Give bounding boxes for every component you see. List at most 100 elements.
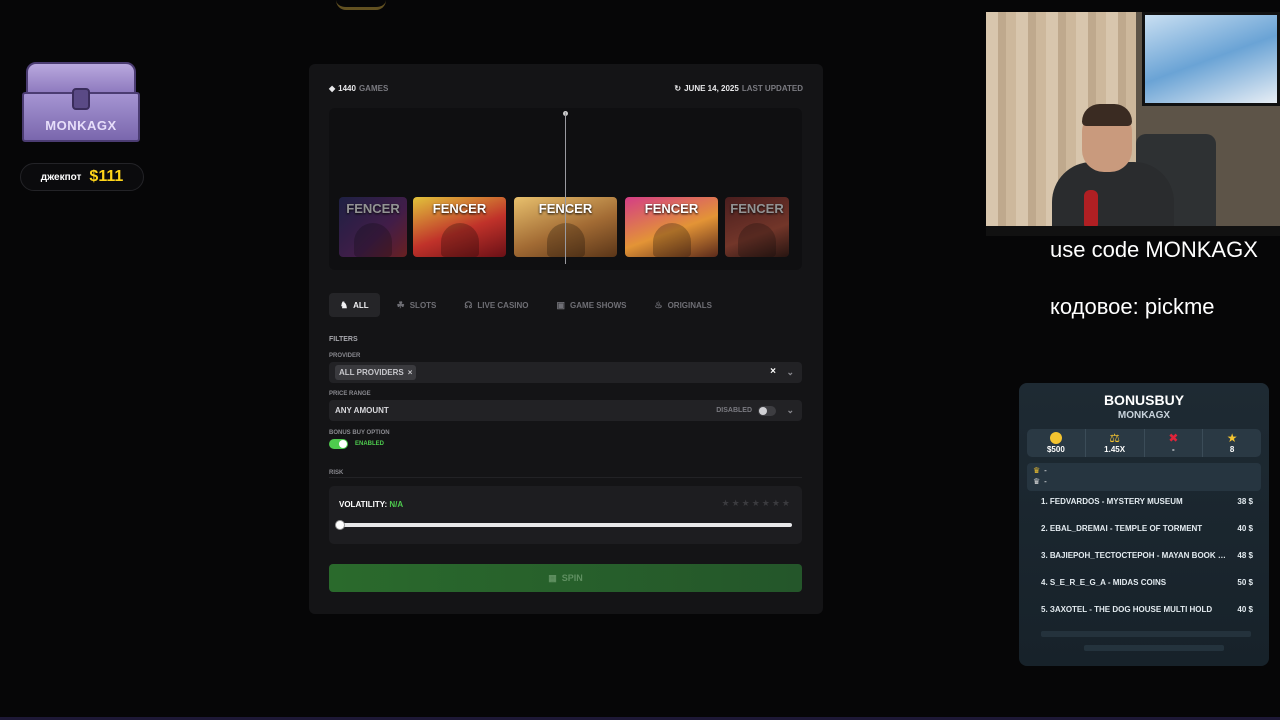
microphone (1084, 190, 1098, 230)
stat-busts: ✖ - (1145, 429, 1204, 457)
clear-icon[interactable]: × (770, 366, 776, 377)
stat-multiplier: ⚖ 1.45X (1086, 429, 1145, 457)
row-name: 1. FEDVARDOS - MYSTERY MUSEUM (1041, 497, 1183, 506)
bonusbuy-title: BONUSBUY (1103, 392, 1185, 408)
filters-heading: FILTERS (329, 336, 358, 343)
row-name: 3. ВАJIЕРОН_ТЕСТОСТЕРОН - MAYAN BOOK MUL… (1041, 551, 1231, 560)
price-range-value: ANY AMOUNT (335, 406, 389, 415)
reel-pointer (565, 112, 566, 264)
jackpot-badge: джекпот $111 (20, 163, 144, 191)
volatility-value: N/A (389, 500, 404, 509)
price-range-toggle-label: DISABLED (716, 407, 752, 414)
cross-icon: ✖ (1168, 431, 1179, 445)
chevron-down-icon[interactable]: ⌄ (786, 367, 794, 378)
bonusbuy-best: ♛ - ♛ - (1027, 463, 1261, 491)
volatility-slider-handle[interactable] (335, 520, 345, 530)
best-value: - (1044, 466, 1047, 475)
last-updated: ↻ JUNE 14, 2025 LAST UPDATED (674, 84, 803, 93)
tab-label: SLOTS (409, 300, 437, 310)
updated-label: LAST UPDATED (741, 84, 803, 93)
stat-cost: $500 (1027, 429, 1086, 457)
refresh-icon: ↻ (674, 84, 682, 93)
stat-value: 8 (1229, 445, 1235, 454)
bonus-buy-toggle[interactable] (329, 439, 348, 449)
tab-label: ALL (353, 300, 369, 310)
tab-slots[interactable]: ☘ SLOTS (386, 293, 448, 317)
tab-game-shows[interactable]: ▣ GAME SHOWS (546, 293, 638, 317)
provider-chip[interactable]: ALL PROVIDERS × (335, 365, 417, 380)
volatility-slider-track[interactable] (339, 523, 792, 527)
scale-icon: ⚖ (1109, 431, 1120, 445)
promo-code-line: use code MONKAGX (1050, 237, 1258, 262)
game-card[interactable]: FENCER (625, 197, 718, 257)
coin-icon (1049, 432, 1062, 444)
tab-live-casino[interactable]: ☊ LIVE CASINO (453, 293, 539, 317)
updated-date: JUNE 14, 2025 (684, 84, 739, 93)
row-amount: 48 $ (1237, 551, 1253, 560)
game-card[interactable]: FENCER (339, 197, 407, 257)
stat-value: 1.45X (1104, 445, 1126, 454)
row-amount: 40 $ (1237, 524, 1253, 533)
game-card[interactable]: FENCER (725, 197, 789, 257)
row-amount: 50 $ (1237, 578, 1253, 587)
spin-label: SPIN (561, 573, 583, 583)
star-icon: ★ (1226, 431, 1238, 445)
row-amount: 38 $ (1237, 497, 1253, 506)
crown-icon: ♛ (1033, 477, 1041, 486)
provider-chip-label: ALL PROVIDERS (339, 368, 404, 377)
bonus-buy-toggle-label: ENABLED (355, 441, 385, 447)
game-card[interactable]: FENCER (413, 197, 506, 257)
stat-value: - (1172, 445, 1175, 454)
game-card-title: FENCER (730, 201, 784, 216)
volatility-text: VOLATILITY: N/A (339, 500, 403, 509)
volatility-stars-icon: ★★★★★★★ (721, 498, 792, 508)
chest-brand-text: MONKAGX (45, 118, 117, 133)
bonusbuy-user: MONKAGX (1117, 410, 1171, 421)
treasure-chest-logo: MONKAGX (22, 62, 140, 144)
row-name: 4. S_E_R_E_G_A - MIDAS COINS (1041, 578, 1167, 587)
game-card-title: FENCER (346, 201, 400, 216)
lock-icon (72, 88, 90, 110)
tab-all[interactable]: ♞ ALL (329, 293, 380, 317)
tab-label: GAME SHOWS (570, 300, 627, 310)
row-name: 5. ЗАХОТЕL - THE DOG HOUSE MULTI HOLD (1041, 605, 1213, 614)
divider (329, 477, 802, 478)
bonusbuy-stats: $500 ⚖ 1.45X ✖ - ★ 8 (1027, 429, 1261, 457)
list-item-faded (1041, 631, 1251, 637)
game-card-title: FENCER (644, 201, 699, 216)
webcam-feed (986, 12, 1280, 236)
spin-button[interactable]: ▦ SPIN (329, 564, 802, 592)
game-reel: FENCER FENCER FENCER FENCER FENCER (329, 108, 802, 270)
game-card-title: FENCER (432, 201, 487, 216)
games-count-value: 1440 (338, 84, 356, 93)
row-name: 2. EBAL_DREMAI - TEMPLE OF TORMENT (1041, 524, 1203, 533)
dice-icon: ▦ (548, 572, 557, 583)
games-count: ◆ 1440 GAMES (329, 84, 388, 93)
tab-label: LIVE CASINO (477, 300, 529, 310)
chevron-down-icon[interactable]: ⌄ (786, 405, 794, 416)
gift-icon: ▣ (556, 299, 566, 310)
headset-icon: ☊ (464, 299, 473, 310)
slots-icon: ☘ (396, 299, 405, 310)
game-picker-panel: ◆ 1440 GAMES ↻ JUNE 14, 2025 LAST UPDATE… (309, 64, 823, 614)
price-range-label: PRICE RANGE (329, 391, 371, 397)
volatility-box: VOLATILITY: N/A ★★★★★★★ (329, 486, 802, 544)
best-value: - (1044, 477, 1047, 486)
risk-label: RISK (329, 470, 344, 476)
provider-select[interactable]: ALL PROVIDERS × × ⌄ (329, 362, 802, 383)
tab-label: ORIGINALS (667, 300, 713, 310)
tab-originals[interactable]: ♨ ORIGINALS (643, 293, 723, 317)
bonusbuy-footer (1084, 645, 1224, 651)
stat-value: $500 (1046, 445, 1065, 454)
flame-icon: ♨ (654, 299, 663, 310)
chip-remove-icon[interactable]: × (408, 368, 413, 377)
crown-icon: ♛ (1033, 466, 1041, 475)
price-range-select[interactable]: ANY AMOUNT DISABLED ⌄ (329, 400, 802, 421)
price-range-toggle[interactable] (758, 406, 776, 416)
crown-decoration (336, 0, 386, 10)
bonusbuy-widget: BONUSBUY MONKAGX $500 ⚖ 1.45X ✖ - ★ 8 ♛ -… (1019, 383, 1269, 666)
category-tabs: ♞ ALL ☘ SLOTS ☊ LIVE CASINO ▣ GAME SHOWS ♨ OR… (329, 293, 802, 317)
row-amount: 40 $ (1237, 605, 1253, 614)
all-icon: ♞ (340, 299, 349, 310)
volatility-label: VOLATILITY: (339, 500, 388, 509)
